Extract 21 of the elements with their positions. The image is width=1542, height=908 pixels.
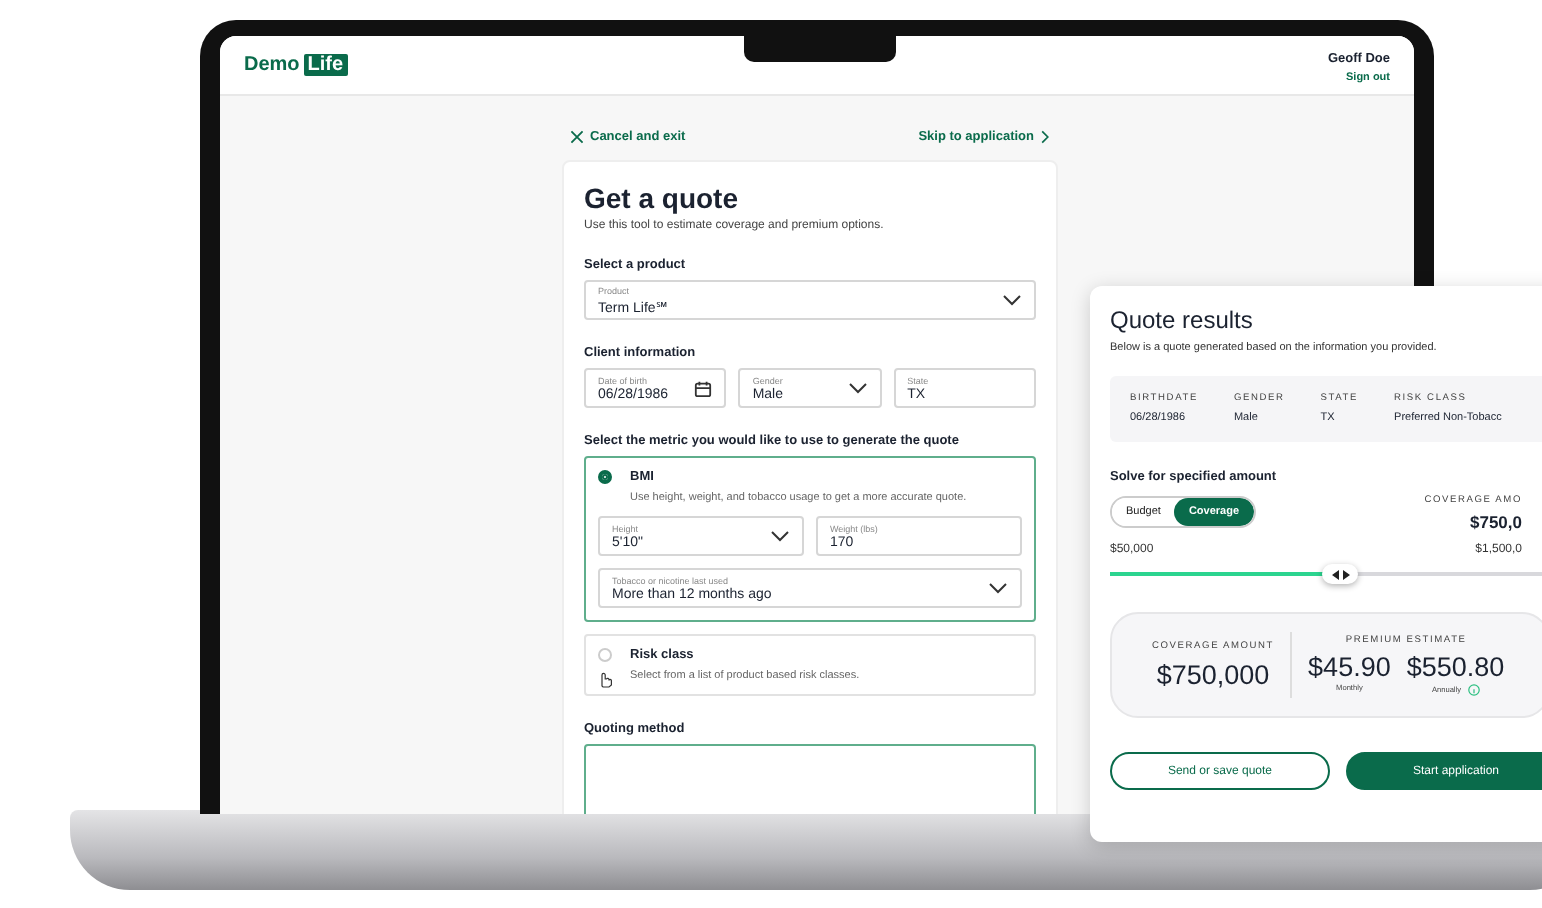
- chevron-down-icon: [988, 582, 1008, 594]
- close-icon: [570, 130, 584, 144]
- premium-amount: $550.80: [1406, 651, 1505, 681]
- info-icon[interactable]: [1467, 683, 1480, 695]
- chevron-down-icon: [847, 382, 868, 394]
- coverage-value: $750,0: [1470, 512, 1522, 532]
- chevron-down-icon: [770, 530, 790, 542]
- hand-cursor-icon: [598, 670, 612, 688]
- arrows-icon: [1331, 569, 1350, 579]
- calendar-icon: [694, 379, 713, 397]
- option-card[interactable]: [584, 744, 1036, 814]
- coverage-amount: $750,000: [1156, 659, 1270, 689]
- chevron-down-icon: [1002, 294, 1022, 306]
- results-title: Quote results: [1110, 306, 1255, 334]
- premium-amount: $45.90: [1308, 651, 1391, 681]
- radio-button[interactable]: [598, 470, 612, 484]
- logo-badge: Life: [303, 54, 348, 76]
- slider-thumb[interactable]: [1322, 564, 1359, 584]
- logo-text: Demo: [244, 54, 300, 76]
- form-title: Get a quote: [584, 182, 741, 214]
- chevron-right-icon: [1040, 130, 1050, 144]
